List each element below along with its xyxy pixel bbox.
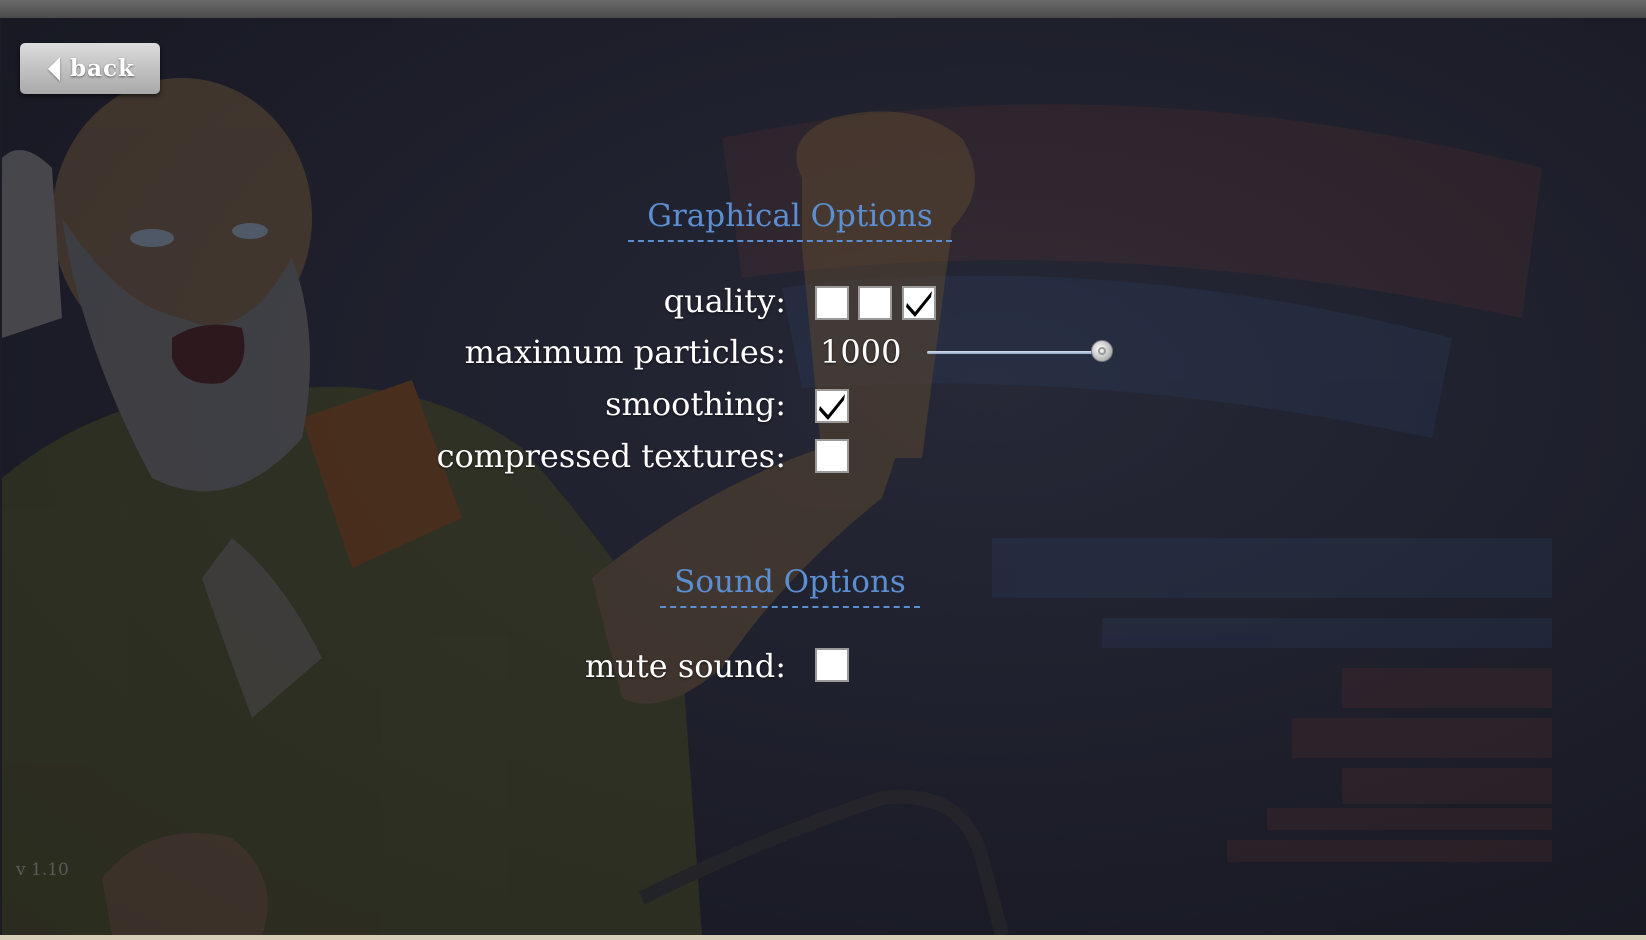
maximum-particles-label: maximum particles: — [464, 333, 786, 371]
back-button-label: back — [70, 55, 135, 82]
mute-sound-label: mute sound: — [584, 647, 786, 685]
quality-low-checkbox[interactable] — [815, 286, 849, 320]
compressed-textures-label: compressed textures: — [436, 437, 786, 475]
smoothing-label: smoothing: — [605, 385, 786, 423]
compressed-textures-checkbox[interactable] — [815, 439, 849, 473]
back-button[interactable]: back — [20, 43, 160, 94]
slider-handle-dot — [1098, 347, 1106, 355]
quality-label: quality: — [663, 282, 786, 320]
quality-high-checkbox[interactable] — [902, 286, 936, 320]
mute-sound-checkbox[interactable] — [815, 648, 849, 682]
background-artwork — [2, 78, 1552, 935]
sound-options-title: Sound Options — [660, 564, 920, 608]
slider-handle[interactable] — [1091, 340, 1113, 362]
checkmark-icon — [906, 291, 932, 317]
checkmark-icon — [819, 394, 845, 420]
graphical-options-title: Graphical Options — [628, 198, 952, 242]
version-label: v 1.10 — [16, 860, 69, 880]
maximum-particles-slider[interactable] — [927, 340, 1117, 366]
options-screen: back Graphical Options quality: maximum … — [2, 18, 1646, 935]
maximum-particles-value: 1000 — [820, 333, 902, 371]
quality-medium-checkbox[interactable] — [858, 286, 892, 320]
window-top-bar — [0, 0, 1646, 18]
slider-track — [927, 351, 1102, 354]
smoothing-checkbox[interactable] — [815, 389, 849, 423]
back-arrow-icon — [48, 56, 60, 81]
window-bottom-bar — [0, 935, 1646, 940]
